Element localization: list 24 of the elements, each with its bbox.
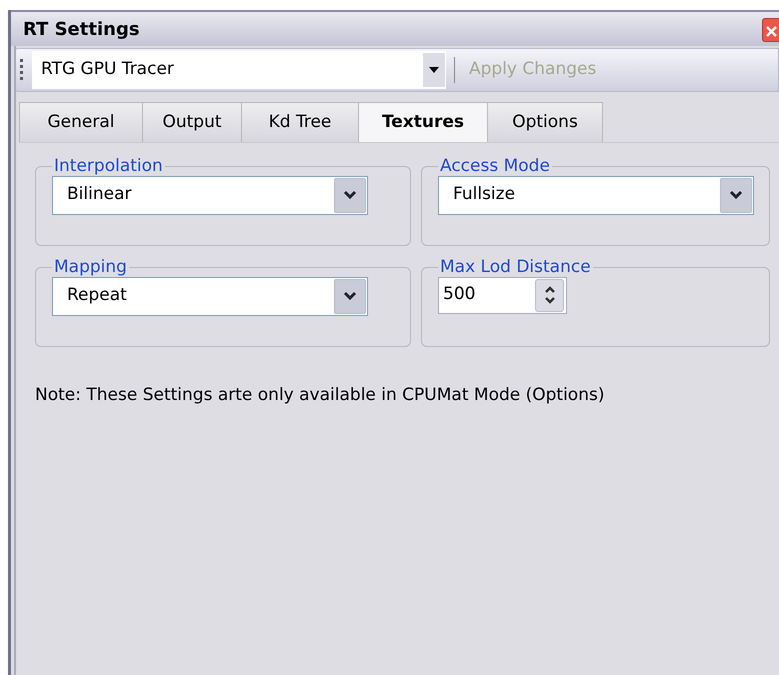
grip-icon[interactable] <box>20 57 24 83</box>
tab[interactable]: Options <box>487 102 603 142</box>
window-title: RT Settings <box>23 18 140 42</box>
chevron-down-icon <box>729 190 743 200</box>
close-icon <box>764 24 778 38</box>
group-title: Interpolation <box>53 157 164 176</box>
tab[interactable]: Textures <box>358 102 488 142</box>
caret-icon <box>429 67 439 73</box>
dropdown[interactable]: Bilinear <box>52 176 368 215</box>
tab[interactable]: Kd Tree <box>241 102 359 142</box>
renderer-dropdown[interactable]: RTG GPU Tracer <box>32 51 446 89</box>
tab[interactable]: Output <box>142 102 242 142</box>
group-title: Mapping <box>53 258 128 277</box>
dropdown[interactable]: Fullsize <box>438 176 754 215</box>
note-text: Note: These Settings arte only available in CPUMat Mode (Options) <box>35 384 606 407</box>
close-button[interactable] <box>762 18 779 42</box>
group-title: Access Mode <box>439 157 551 176</box>
tab[interactable]: General <box>19 102 143 142</box>
chevron-down-icon <box>343 190 357 200</box>
chevron-down-icon <box>343 291 357 302</box>
dropdown[interactable]: Repeat <box>52 276 368 316</box>
group-title: Max Lod Distance <box>439 258 592 277</box>
spinner-buttons[interactable] <box>535 278 564 312</box>
number-field[interactable]: 500 <box>438 276 567 314</box>
